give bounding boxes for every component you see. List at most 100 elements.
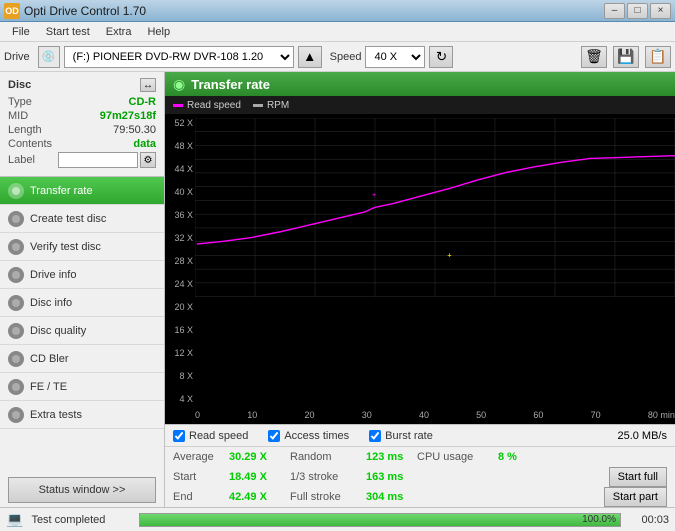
x-label-50: 50 <box>476 410 486 420</box>
stat-cpu-value: 8 % <box>498 451 528 463</box>
x-label-20: 20 <box>304 410 314 420</box>
menu-bar: File Start test Extra Help <box>0 22 675 42</box>
check-burst-rate[interactable]: Burst rate <box>369 430 433 442</box>
check-read-speed[interactable]: Read speed <box>173 430 248 442</box>
minimize-button[interactable]: – <box>604 3 625 19</box>
stat-1stroke-label: 1/3 stroke <box>290 471 360 483</box>
disc-label-button[interactable]: ⚙ <box>140 152 156 168</box>
close-button[interactable]: × <box>650 3 671 19</box>
legend-rpm: RPM <box>253 100 289 111</box>
disc-label-row: Label ⚙ <box>8 152 156 168</box>
y-label-48: 48 X <box>174 141 193 151</box>
check-read-speed-label: Read speed <box>189 430 248 442</box>
y-label-52: 52 X <box>174 118 193 128</box>
legend-read-speed: Read speed <box>173 100 241 111</box>
app-icon: OD <box>4 3 20 19</box>
drive-select[interactable]: (F:) PIONEER DVD-RW DVR-108 1.20 <box>64 46 294 68</box>
y-label-12: 12 X <box>174 348 193 358</box>
check-read-speed-input[interactable] <box>173 430 185 442</box>
stat-average-label: Average <box>173 451 223 463</box>
legend-read-speed-label: Read speed <box>187 100 241 111</box>
disc-contents-value: data <box>133 138 156 150</box>
nav-drive-info[interactable]: Drive info <box>0 261 164 289</box>
x-label-10: 10 <box>247 410 257 420</box>
chart-drawing-area: 52 X 48 X 44 X 40 X 36 X 32 X 28 X 24 X … <box>165 114 675 424</box>
disc-label-label: Label <box>8 154 35 166</box>
menu-help[interactable]: Help <box>139 22 178 41</box>
stat-fullstroke-label: Full stroke <box>290 491 360 503</box>
stat-start-label: Start <box>173 471 223 483</box>
erase-button[interactable]: 🗑 <box>581 46 607 68</box>
stats-row-1: Start 18.49 X 1/3 stroke 163 ms Start fu… <box>165 467 675 487</box>
maximize-button[interactable]: □ <box>627 3 648 19</box>
status-icon: 💻 <box>6 511 23 528</box>
stats-row-2: End 42.49 X Full stroke 304 ms Start par… <box>165 487 675 507</box>
nav-transfer-rate-label: Transfer rate <box>30 185 93 197</box>
check-access-times-input[interactable] <box>268 430 280 442</box>
progress-fill <box>140 514 620 526</box>
nav-cd-bler-icon <box>8 351 24 367</box>
disc-type-value: CD-R <box>129 96 157 108</box>
nav-disc-quality-icon <box>8 323 24 339</box>
window-title: Opti Drive Control 1.70 <box>24 4 146 18</box>
nav-create-test-disc-icon <box>8 211 24 227</box>
nav-disc-quality-label: Disc quality <box>30 325 86 337</box>
y-label-36: 36 X <box>174 210 193 220</box>
x-label-40: 40 <box>419 410 429 420</box>
drive-label: Drive <box>4 51 30 63</box>
x-label-80: 80 min <box>648 410 675 420</box>
disc-title: Disc <box>8 79 31 91</box>
disc-header: Disc ↔ <box>8 78 156 92</box>
svg-text:+: + <box>372 190 377 199</box>
y-label-8: 8 X <box>179 371 193 381</box>
menu-start-test[interactable]: Start test <box>38 22 98 41</box>
nav-cd-bler-label: CD Bler <box>30 353 69 365</box>
status-window-button[interactable]: Status window >> <box>8 477 156 503</box>
nav-extra-tests[interactable]: Extra tests <box>0 401 164 429</box>
check-access-times[interactable]: Access times <box>268 430 349 442</box>
sidebar: Disc ↔ Type CD-R MID 97m27s18f Length 79… <box>0 72 165 507</box>
disc-length-label: Length <box>8 124 42 136</box>
title-bar: OD Opti Drive Control 1.70 – □ × <box>0 0 675 22</box>
x-label-70: 70 <box>591 410 601 420</box>
status-bar: 💻 Test completed 100.0% 00:03 <box>0 507 675 531</box>
nav-disc-info[interactable]: Disc info <box>0 289 164 317</box>
speed-label: Speed <box>330 51 362 63</box>
copy-button[interactable]: 📋 <box>645 46 671 68</box>
nav-verify-test-disc[interactable]: Verify test disc <box>0 233 164 261</box>
legend-read-speed-color <box>173 104 183 107</box>
svg-text:+: + <box>447 250 452 259</box>
nav-disc-quality[interactable]: Disc quality <box>0 317 164 345</box>
menu-file[interactable]: File <box>4 22 38 41</box>
nav-fe-te[interactable]: FE / TE <box>0 373 164 401</box>
y-label-16: 16 X <box>174 325 193 335</box>
stat-end-value: 42.49 X <box>229 491 284 503</box>
stat-random-label: Random <box>290 451 360 463</box>
nav-transfer-rate[interactable]: Transfer rate <box>0 177 164 205</box>
checkboxes-row: Read speed Access times Burst rate 25.0 … <box>165 425 675 447</box>
chart-y-labels: 52 X 48 X 44 X 40 X 36 X 32 X 28 X 24 X … <box>165 118 195 404</box>
speed-select[interactable]: 40 X <box>365 46 425 68</box>
nav-create-test-disc[interactable]: Create test disc <box>0 205 164 233</box>
disc-contents-label: Contents <box>8 138 52 150</box>
disc-label-input[interactable] <box>58 152 138 168</box>
chart-legend: Read speed RPM <box>165 96 675 114</box>
check-burst-rate-input[interactable] <box>369 430 381 442</box>
nav-cd-bler[interactable]: CD Bler <box>0 345 164 373</box>
start-full-button[interactable]: Start full <box>609 467 667 487</box>
nav-disc-info-label: Disc info <box>30 297 72 309</box>
progress-bar: 100.0% <box>139 513 621 527</box>
nav-disc-info-icon <box>8 295 24 311</box>
drive-icon: 💿 <box>38 46 60 68</box>
chart-header-icon: ◉ <box>173 76 185 93</box>
disc-refresh-button[interactable]: ↔ <box>140 78 156 92</box>
start-part-button[interactable]: Start part <box>604 487 667 507</box>
chart-svg: + + <box>195 118 675 297</box>
save-button[interactable]: 💾 <box>613 46 639 68</box>
sidebar-nav: Transfer rate Create test disc Verify te… <box>0 177 164 473</box>
check-access-times-label: Access times <box>284 430 349 442</box>
menu-extra[interactable]: Extra <box>98 22 140 41</box>
nav-verify-test-disc-icon <box>8 239 24 255</box>
refresh-button[interactable]: ↻ <box>429 46 453 68</box>
eject-button[interactable]: ▲ <box>298 46 322 68</box>
